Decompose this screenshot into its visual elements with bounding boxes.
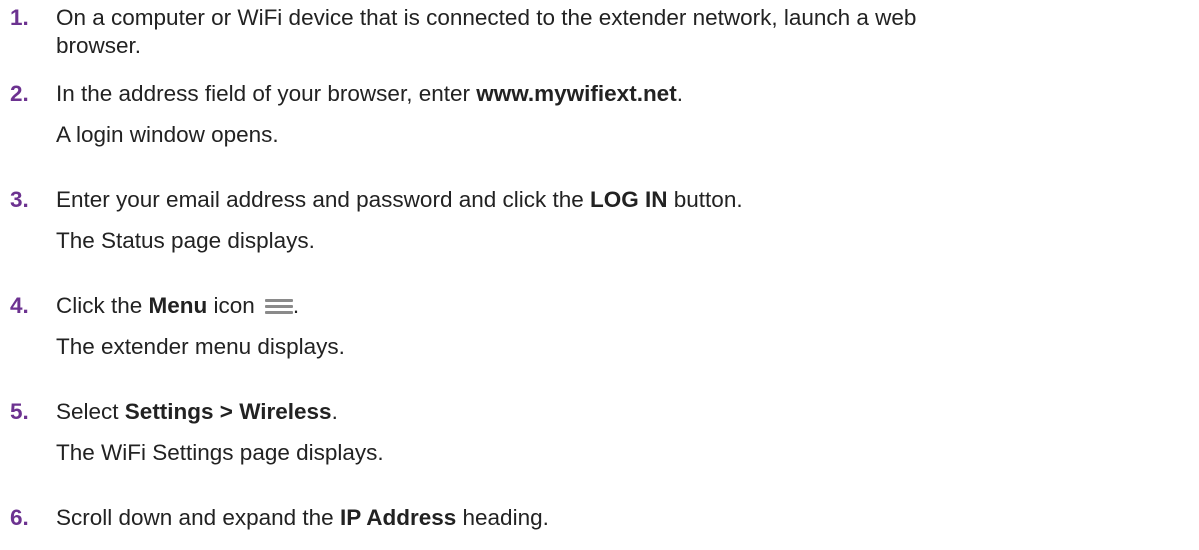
heading-name-text: IP Address [339,505,457,530]
step-text-part: Enter your email address and password an… [56,187,591,212]
step-number: 6. [10,505,29,530]
step-text: Enter your email address and password an… [56,186,1193,214]
step-number: 4. [10,293,29,318]
step-text-part: . [676,81,683,106]
step-result-note: A login window opens. [56,122,279,147]
step-text: Click the Menu icon. [56,292,1193,320]
step-number: 2. [10,81,29,106]
step-text-part: button. [667,187,743,212]
step-text: On a computer or WiFi device that is con… [56,4,1193,60]
step-text-line: browser. [56,33,142,58]
step-result-note: The WiFi Settings page displays. [56,440,384,465]
step-text-part: Select [56,399,125,424]
step-text-line: On a computer or WiFi device that is con… [56,5,917,30]
step-text-part: heading. [456,505,549,530]
step-result-note: The extender menu displays. [56,334,345,359]
step-text-part: icon [207,293,255,318]
step-number: 5. [10,399,29,424]
url-text: www.mywifiext.net [476,81,677,106]
step-text: Scroll down and expand the IP Address he… [56,504,1193,532]
menu-name-text: Menu [148,293,208,318]
step-number: 3. [10,187,29,212]
menu-path-text: Settings > Wireless [124,399,332,424]
step-text-part: Click the [56,293,149,318]
button-name-text: LOG IN [590,187,668,212]
step-text-part: . [331,399,338,424]
step-text-part: In the address field of your browser, en… [56,81,477,106]
step-text: Select Settings > Wireless. [56,398,1193,426]
step-text: In the address field of your browser, en… [56,80,1193,108]
step-text-part: . [292,293,300,318]
menu-icon [264,297,293,315]
step-text-part: Scroll down and expand the [56,505,340,530]
step-result-note: The Status page displays. [56,228,315,253]
step-number: 1. [10,5,29,30]
